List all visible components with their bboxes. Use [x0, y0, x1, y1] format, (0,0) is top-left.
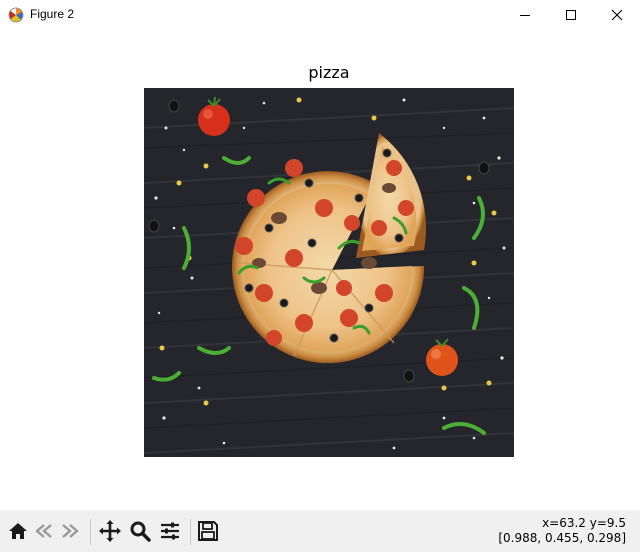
figure-window: Figure 2 pizza x=63.2 y=9.5 [0.988, 0.45…: [0, 0, 640, 552]
zoom-icon: [130, 521, 151, 542]
toolbar-separator: [90, 519, 91, 545]
title-bar[interactable]: Figure 2: [0, 0, 640, 30]
forward-icon: [62, 524, 79, 538]
close-icon: [611, 9, 623, 21]
axes-title: pizza: [308, 63, 350, 82]
pan-icon: [99, 520, 121, 542]
figure-canvas[interactable]: pizza: [0, 30, 640, 510]
forward-button[interactable]: [58, 519, 82, 543]
configure-subplots-icon: [161, 522, 179, 540]
home-button[interactable]: [6, 519, 30, 543]
configure-subplots-button[interactable]: [158, 519, 182, 543]
maximize-button[interactable]: [548, 0, 594, 30]
matplotlib-app-icon: [8, 7, 24, 23]
pizza-image[interactable]: [144, 88, 514, 457]
pizza-photo: [144, 88, 514, 457]
navigation-toolbar: x=63.2 y=9.5 [0.988, 0.455, 0.298]: [0, 510, 640, 552]
cursor-rgb: [0.988, 0.455, 0.298]: [498, 531, 626, 545]
back-button[interactable]: [32, 519, 56, 543]
pan-button[interactable]: [98, 519, 122, 543]
toolbar-separator: [190, 519, 191, 545]
window-title: Figure 2: [30, 7, 75, 21]
maximize-icon: [566, 10, 576, 20]
zoom-button[interactable]: [128, 519, 152, 543]
cursor-readout: x=63.2 y=9.5 [0.988, 0.455, 0.298]: [498, 516, 626, 546]
back-icon: [35, 524, 52, 538]
save-button[interactable]: [196, 519, 220, 543]
cursor-xy: x=63.2 y=9.5: [542, 516, 626, 530]
home-icon: [9, 523, 27, 539]
close-button[interactable]: [594, 0, 640, 30]
save-icon: [198, 521, 218, 541]
minimize-icon: [520, 15, 530, 16]
minimize-button[interactable]: [502, 0, 548, 30]
